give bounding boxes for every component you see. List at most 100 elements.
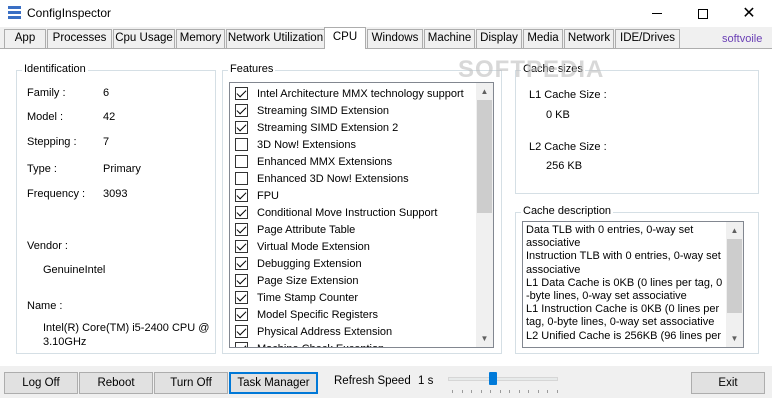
scroll-up-icon[interactable]: ▲ <box>726 222 743 239</box>
feature-checkbox[interactable] <box>235 291 248 304</box>
vendor-value: GenuineIntel <box>43 264 106 276</box>
exit-button[interactable]: Exit <box>691 372 765 394</box>
slider-tick <box>499 390 501 393</box>
slider-tick <box>509 390 510 393</box>
refresh-speed-slider[interactable] <box>448 377 558 381</box>
feature-item[interactable]: Physical Address Extension <box>235 323 392 340</box>
feature-checkbox[interactable] <box>235 257 248 270</box>
features-title: Features <box>228 63 276 75</box>
feature-item[interactable]: FPU <box>235 187 279 204</box>
cache-line: L1 Data Cache is 0KB (0 lines per tag, 0 <box>526 276 723 289</box>
l2-cache-label: L2 Cache Size : <box>529 141 607 153</box>
type-label: Type : <box>27 163 57 175</box>
minimize-button[interactable] <box>634 0 680 27</box>
feature-label: Streaming SIMD Extension 2 <box>257 121 399 134</box>
feature-item[interactable]: Enhanced MMX Extensions <box>235 153 392 170</box>
cache-line: Instruction TLB with 0 entries, 0-way se… <box>526 250 721 263</box>
turn-off-button[interactable]: Turn Off <box>154 372 228 394</box>
maximize-icon <box>698 8 708 19</box>
scroll-thumb[interactable] <box>727 239 742 313</box>
feature-item[interactable]: Streaming SIMD Extension <box>235 102 389 119</box>
tab-windows[interactable]: Windows <box>367 29 423 48</box>
tab-display[interactable]: Display <box>476 29 522 48</box>
feature-checkbox[interactable] <box>235 155 248 168</box>
feature-checkbox[interactable] <box>235 342 248 347</box>
feature-item[interactable]: Debugging Extension <box>235 255 362 272</box>
features-scrollbar[interactable]: ▲ ▼ <box>476 83 493 347</box>
tab-network[interactable]: Network <box>564 29 614 48</box>
log-off-button[interactable]: Log Off <box>4 372 78 394</box>
feature-item[interactable]: 3D Now! Extensions <box>235 136 356 153</box>
softvoile-link[interactable]: softvoile <box>722 33 762 45</box>
feature-label: Conditional Move Instruction Support <box>257 206 438 219</box>
tab-cpu[interactable]: CPU <box>324 27 366 49</box>
feature-checkbox[interactable] <box>235 223 248 236</box>
feature-label: Virtual Mode Extension <box>257 240 370 253</box>
scroll-thumb[interactable] <box>477 100 492 213</box>
feature-checkbox[interactable] <box>235 206 248 219</box>
scroll-down-icon[interactable]: ▼ <box>476 330 493 347</box>
scroll-up-icon[interactable]: ▲ <box>476 83 493 100</box>
feature-checkbox[interactable] <box>235 240 248 253</box>
feature-label: Physical Address Extension <box>257 325 393 338</box>
cache-line: associative <box>526 237 581 250</box>
refresh-speed-label: Refresh Speed <box>334 375 411 387</box>
feature-item[interactable]: Machine Check Exception <box>235 340 384 347</box>
feature-checkbox[interactable] <box>235 308 248 321</box>
scroll-down-icon[interactable]: ▼ <box>726 330 743 347</box>
identification-title: Identification <box>22 63 88 75</box>
name-label: Name : <box>27 300 63 312</box>
slider-tick <box>480 390 482 393</box>
feature-label: Debugging Extension <box>257 257 362 270</box>
reboot-button[interactable]: Reboot <box>79 372 153 394</box>
frequency-label: Frequency : <box>27 188 86 200</box>
cache-description-text[interactable]: Data TLB with 0 entries, 0-way set assoc… <box>522 221 744 348</box>
family-label: Family : <box>27 87 66 99</box>
feature-checkbox[interactable] <box>235 121 248 134</box>
feature-item[interactable]: Streaming SIMD Extension 2 <box>235 119 398 136</box>
feature-item[interactable]: Virtual Mode Extension <box>235 238 370 255</box>
cache-description-scrollbar[interactable]: ▲ ▼ <box>726 222 743 347</box>
l1-cache-label: L1 Cache Size : <box>529 89 607 101</box>
feature-item[interactable]: Enhanced 3D Now! Extensions <box>235 170 409 187</box>
l1-cache-value: 0 KB <box>546 109 570 121</box>
tab-strip: App Processes Cpu Usage Memory Network U… <box>0 27 772 49</box>
feature-checkbox[interactable] <box>235 274 248 287</box>
maximize-button[interactable] <box>680 0 726 27</box>
slider-tick <box>471 390 472 393</box>
task-manager-button[interactable]: Task Manager <box>229 372 318 394</box>
feature-label: Page Attribute Table <box>257 223 356 236</box>
feature-item[interactable]: Intel Architecture MMX technology suppor… <box>235 85 464 102</box>
feature-checkbox[interactable] <box>235 325 248 338</box>
feature-item[interactable]: Conditional Move Instruction Support <box>235 204 437 221</box>
tab-app[interactable]: App <box>4 29 46 48</box>
slider-tick <box>547 390 548 393</box>
tab-media[interactable]: Media <box>523 29 563 48</box>
slider-tick <box>452 390 453 393</box>
feature-checkbox[interactable] <box>235 138 248 151</box>
cache-line: -byte lines, 0-way set associative <box>526 290 687 303</box>
title-bar: ConfigInspector ✕ <box>0 0 772 27</box>
tab-network-utilization[interactable]: Network Utilization <box>226 29 325 48</box>
feature-item[interactable]: Model Specific Registers <box>235 306 378 323</box>
features-list[interactable]: Intel Architecture MMX technology suppor… <box>229 82 494 348</box>
feature-checkbox[interactable] <box>235 172 248 185</box>
feature-item[interactable]: Time Stamp Counter <box>235 289 358 306</box>
feature-checkbox[interactable] <box>235 104 248 117</box>
feature-label: Model Specific Registers <box>257 308 379 321</box>
feature-label: Enhanced MMX Extensions <box>257 155 393 168</box>
slider-tick <box>537 390 539 393</box>
feature-label: 3D Now! Extensions <box>257 138 357 151</box>
feature-checkbox[interactable] <box>235 87 248 100</box>
refresh-speed-slider-thumb[interactable] <box>489 372 497 385</box>
tab-cpu-usage[interactable]: Cpu Usage <box>113 29 175 48</box>
feature-checkbox[interactable] <box>235 189 248 202</box>
feature-item[interactable]: Page Attribute Table <box>235 221 355 238</box>
tab-ide-drives[interactable]: IDE/Drives <box>615 29 680 48</box>
tab-machine[interactable]: Machine <box>424 29 475 48</box>
tab-memory[interactable]: Memory <box>176 29 225 48</box>
tab-processes[interactable]: Processes <box>47 29 112 48</box>
l2-cache-value: 256 KB <box>546 160 583 172</box>
close-button[interactable]: ✕ <box>726 0 772 27</box>
feature-item[interactable]: Page Size Extension <box>235 272 359 289</box>
